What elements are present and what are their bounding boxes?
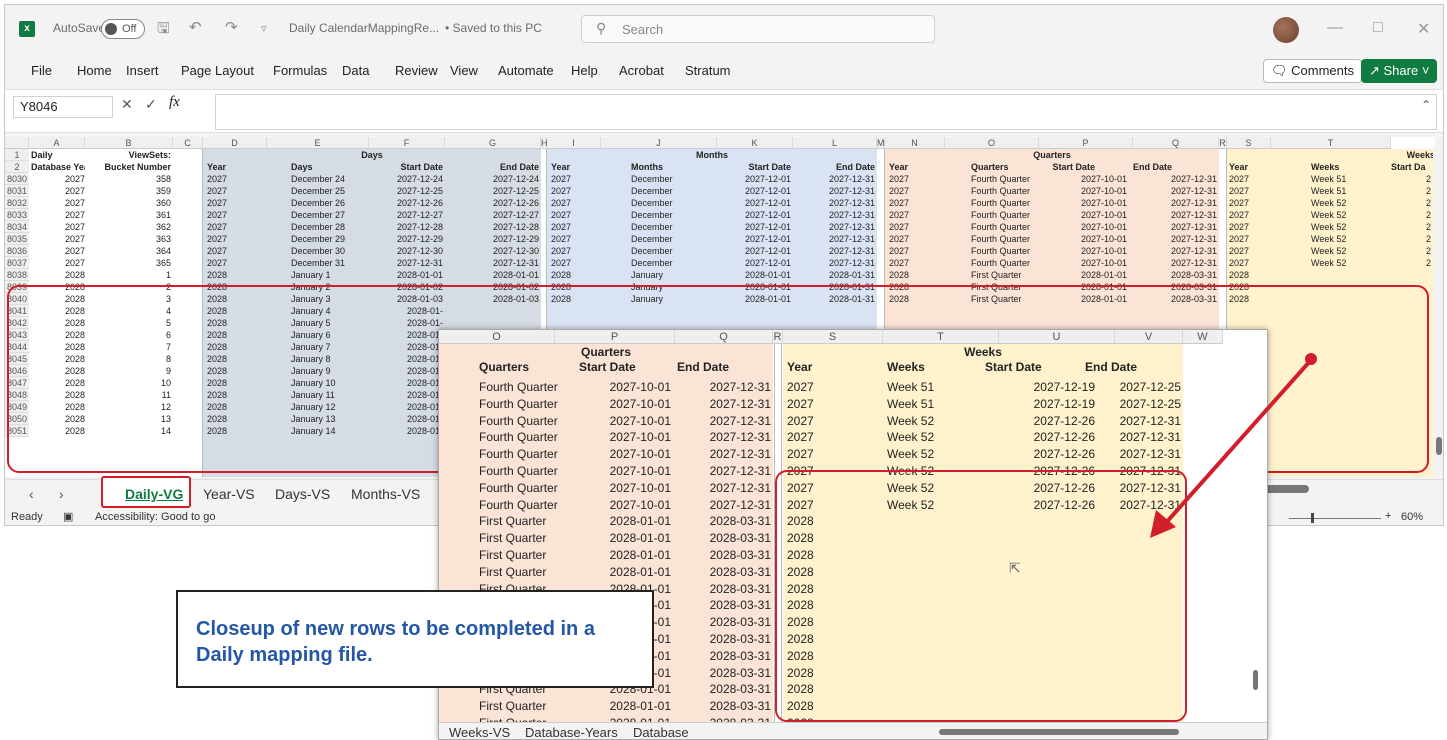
arrow-line (1162, 358, 1313, 527)
arrow-origin-dot (1305, 353, 1317, 365)
callout-box: Closeup of new rows to be completed in a… (176, 590, 654, 688)
callout-text: Closeup of new rows to be completed in a… (196, 618, 595, 666)
